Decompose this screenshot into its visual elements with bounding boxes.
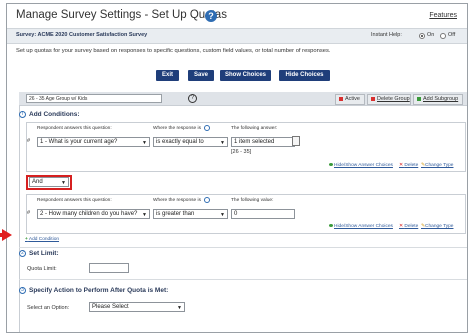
- intro-text: Set up quotas for your survey based on r…: [16, 48, 331, 54]
- condition2-operator-label: Where the response is: [153, 198, 201, 203]
- add-subgroup-icon: [417, 96, 421, 101]
- active-label: Active: [345, 96, 360, 102]
- instant-help-off-radio[interactable]: [440, 33, 446, 39]
- delete-condition-link-2[interactable]: ✕ Delete: [399, 224, 418, 229]
- add-condition-link[interactable]: + Add Condition: [25, 237, 59, 242]
- list-icon[interactable]: [292, 136, 300, 146]
- eye-icon: [329, 224, 333, 227]
- condition2-value-input[interactable]: 0: [231, 209, 295, 219]
- divider: [19, 247, 467, 248]
- condition1-operator-select[interactable]: is exactly equal to ▼: [153, 137, 228, 147]
- delete-label: Delete: [404, 163, 419, 168]
- condition1-question-select[interactable]: 1 - What is your current age? ▼: [37, 137, 150, 147]
- logic-operator-value: And: [32, 179, 43, 185]
- annotation-arrow-icon: [2, 229, 12, 241]
- action-select[interactable]: Please Select ▼: [89, 302, 185, 312]
- show-choices-button[interactable]: Show Choices: [220, 70, 271, 81]
- active-toggle[interactable]: Active: [335, 94, 365, 105]
- condition2-operator-value: is greater than: [156, 211, 195, 217]
- hide-show-label: Hide/Show Answer Choices: [334, 163, 393, 168]
- instant-help-on-label: On: [427, 32, 435, 38]
- delete-group-icon: [371, 96, 375, 101]
- change-type-label: Change Type: [425, 163, 454, 168]
- condition1-hash: #: [27, 138, 31, 144]
- logic-operator-select[interactable]: And ▼: [29, 177, 69, 187]
- chevron-down-icon: ▼: [220, 212, 225, 218]
- exit-button[interactable]: Exit: [156, 70, 179, 81]
- features-link[interactable]: Features: [429, 12, 457, 19]
- save-button[interactable]: Save: [188, 70, 214, 81]
- hide-show-label: Hide/Show Answer Choices: [334, 224, 393, 229]
- delete-label: Delete: [404, 224, 419, 229]
- page-title: Manage Survey Settings - Set Up Quotas: [16, 9, 227, 21]
- set-limit-title: Set Limit:: [29, 250, 59, 257]
- survey-name: Survey: ACME 2020 Customer Satisfaction …: [16, 32, 148, 38]
- hide-show-answer-choices-link-2[interactable]: Hide/Show Answer Choices: [329, 224, 393, 229]
- condition1-question-value: 1 - What is your current age?: [40, 139, 118, 145]
- condition1-answer-label: The following answer:: [231, 126, 278, 131]
- active-status-icon: [339, 96, 343, 101]
- condition2-value-label: The following value:: [231, 198, 274, 203]
- instant-help-label: Instant Help:: [371, 32, 402, 38]
- chevron-down-icon: ▼: [61, 180, 66, 186]
- delete-icon: ✕: [399, 163, 404, 168]
- info-icon[interactable]: [204, 125, 210, 131]
- delete-group-button[interactable]: Delete Group: [367, 94, 411, 105]
- condition2-hash: #: [27, 210, 31, 216]
- hide-choices-button[interactable]: Hide Choices: [279, 70, 330, 81]
- settings-window: Manage Survey Settings - Set Up Quotas ?…: [6, 3, 468, 333]
- change-type-label: Change Type: [425, 224, 454, 229]
- chevron-down-icon: ▼: [142, 140, 147, 146]
- condition1-answer-value: [26 - 35]: [231, 149, 252, 155]
- add-conditions-icon: i: [19, 111, 26, 118]
- action-section-icon: 3: [19, 287, 26, 294]
- add-subgroup-button[interactable]: Add Subgroup: [413, 94, 463, 105]
- select-option-label: Select an Option:: [27, 305, 70, 311]
- divider: [19, 279, 467, 280]
- group-name-input[interactable]: 26 - 35 Age Group w/ Kids: [26, 94, 162, 103]
- condition1-question-label: Respondent answers this question:: [37, 126, 112, 131]
- action-select-value: Please Select: [92, 304, 129, 310]
- condition2-question-value: 2 - How many children do you have?: [40, 211, 138, 217]
- add-subgroup-label: Add Subgroup: [423, 96, 459, 102]
- condition2-operator-select[interactable]: is greater than ▼: [153, 209, 228, 219]
- change-type-link[interactable]: ✎Change Type: [421, 163, 453, 168]
- add-condition-label: Add Condition: [28, 237, 60, 242]
- change-type-link-2[interactable]: ✎Change Type: [421, 224, 453, 229]
- chevron-down-icon: ▼: [142, 212, 147, 218]
- title-bar: Manage Survey Settings - Set Up Quotas ?…: [7, 4, 467, 26]
- plus-icon: +: [25, 237, 28, 242]
- condition2-question-select[interactable]: 2 - How many children do you have? ▼: [37, 209, 150, 219]
- condition2-question-label: Respondent answers this question:: [37, 198, 112, 203]
- eye-icon: [329, 163, 333, 166]
- action-section-title: Specify Action to Perform After Quota is…: [29, 287, 169, 294]
- condition1-answer-select[interactable]: 1 item selected: [231, 137, 295, 147]
- add-conditions-title: Add Conditions:: [29, 111, 80, 118]
- survey-bar: Survey: ACME 2020 Customer Satisfaction …: [7, 28, 467, 44]
- quota-limit-input[interactable]: [89, 263, 129, 273]
- condition1-operator-label: Where the response is: [153, 126, 201, 131]
- chevron-down-icon: ▼: [220, 140, 225, 146]
- chevron-down-icon: ▼: [177, 305, 182, 311]
- instant-help-off-label: Off: [448, 32, 456, 38]
- instant-help-on-radio[interactable]: [419, 33, 425, 39]
- question-icon[interactable]: ?: [188, 94, 197, 103]
- condition1-operator-value: is exactly equal to: [156, 139, 204, 145]
- delete-icon: ✕: [399, 224, 404, 229]
- set-limit-icon: 2: [19, 250, 26, 257]
- hide-show-answer-choices-link[interactable]: Hide/Show Answer Choices: [329, 163, 393, 168]
- delete-condition-link[interactable]: ✕ Delete: [399, 163, 418, 168]
- help-icon[interactable]: ?: [205, 10, 217, 22]
- delete-group-label: Delete Group: [377, 96, 410, 102]
- quota-limit-label: Quota Limit:: [27, 266, 57, 272]
- info-icon[interactable]: [204, 197, 210, 203]
